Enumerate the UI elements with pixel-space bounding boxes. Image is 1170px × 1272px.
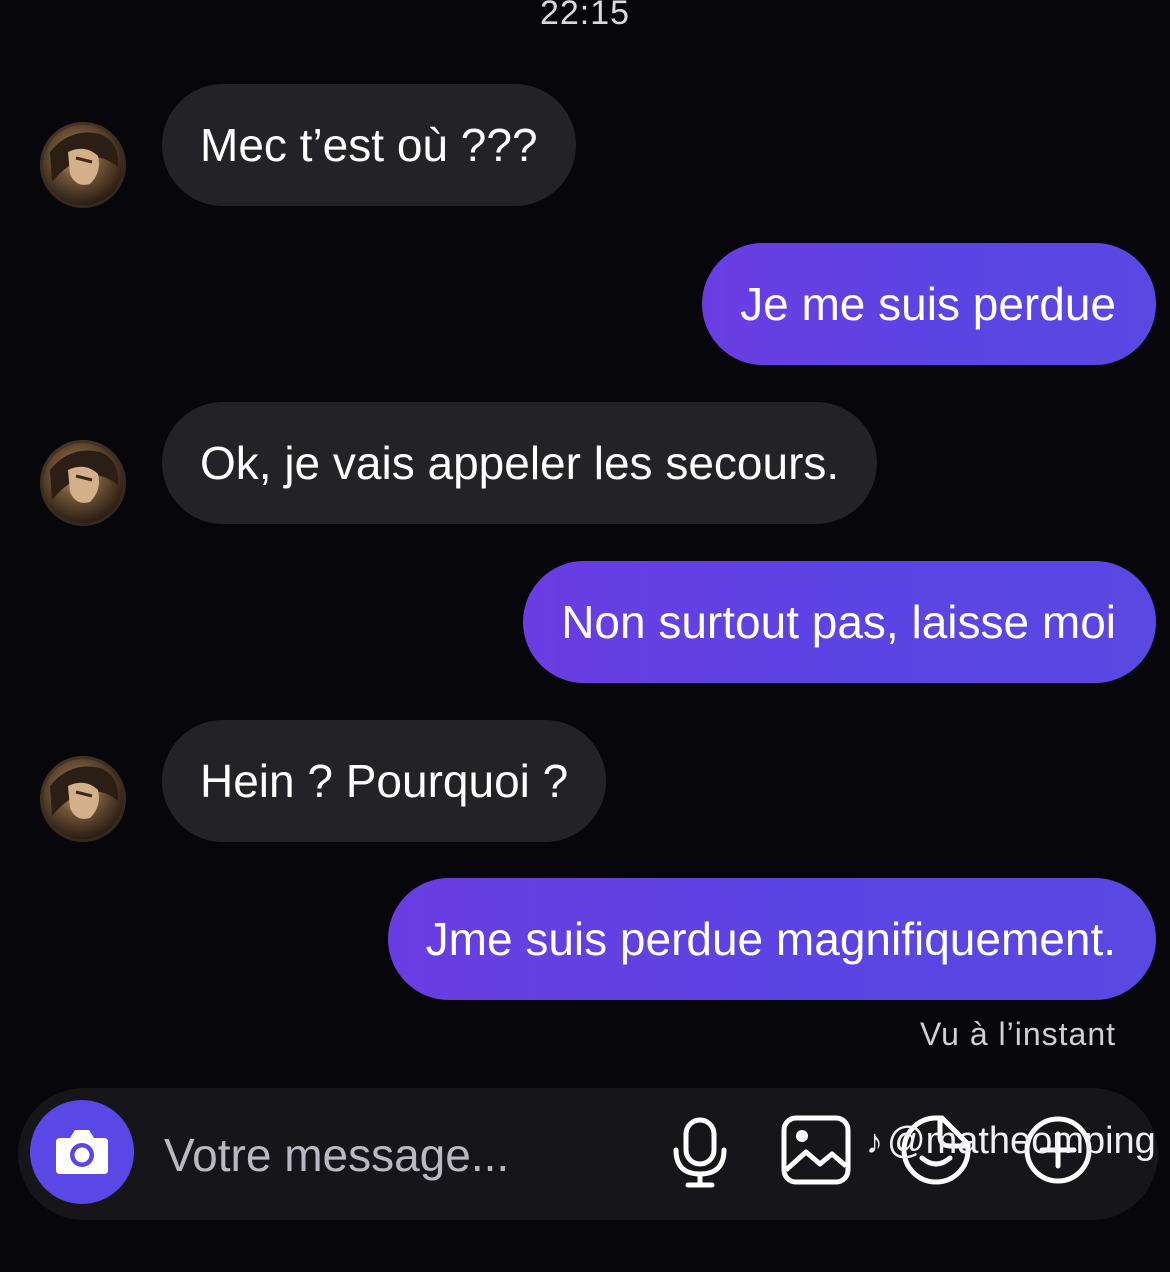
tiktok-logo-icon: ♪	[866, 1123, 883, 1161]
contact-avatar[interactable]	[40, 440, 126, 526]
avatar-image	[50, 766, 119, 819]
message-row: Hein ? Pourquoi ?	[0, 720, 1170, 842]
message-bubble-outgoing[interactable]: Je me suis perdue	[702, 243, 1156, 365]
message-bubble-outgoing[interactable]: Jme suis perdue magnifiquement.	[387, 878, 1156, 1000]
message-input[interactable]	[164, 1120, 624, 1190]
message-row: Mec t’est où ???	[0, 84, 1170, 208]
gallery-icon[interactable]	[780, 1114, 852, 1186]
message-row: Ok, je vais appeler les secours.	[0, 402, 1170, 526]
camera-button[interactable]	[30, 1100, 134, 1204]
watermark-handle: @matheomping	[887, 1120, 1156, 1162]
message-bubble-incoming[interactable]: Mec t’est où ???	[162, 84, 576, 206]
message-bubble-incoming[interactable]: Ok, je vais appeler les secours.	[162, 402, 878, 524]
avatar-image	[50, 132, 119, 185]
message-timestamp: 22:15	[539, 0, 631, 32]
message-bubble-incoming[interactable]: Hein ? Pourquoi ?	[162, 720, 607, 842]
message-row: Je me suis perdue	[0, 243, 1170, 365]
message-bubble-outgoing[interactable]: Non surtout pas, laisse moi	[523, 561, 1156, 683]
contact-avatar[interactable]	[40, 756, 126, 842]
message-row: Jme suis perdue magnifiquement.	[0, 878, 1170, 1000]
camera-icon	[56, 1130, 108, 1174]
microphone-icon[interactable]	[668, 1114, 732, 1192]
contact-avatar[interactable]	[40, 122, 126, 208]
seen-status: Vu à l’instant	[919, 1016, 1116, 1052]
message-row: Non surtout pas, laisse moi	[0, 561, 1170, 683]
watermark-overlay: ♪ @matheomping	[866, 1120, 1156, 1163]
avatar-image	[50, 450, 119, 503]
